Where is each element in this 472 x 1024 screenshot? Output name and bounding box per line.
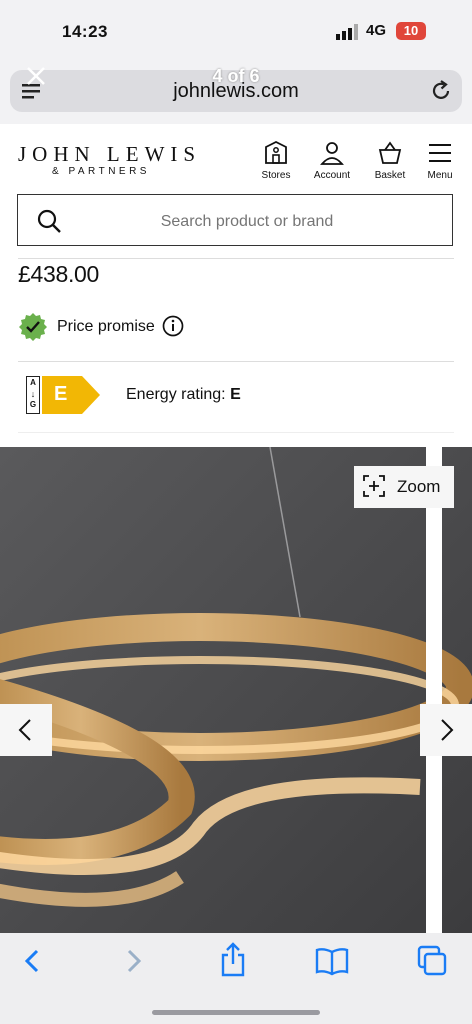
energy-rating-text[interactable]: Energy rating: E: [126, 386, 241, 404]
nav-stores[interactable]: Stores: [246, 140, 306, 181]
energy-scale-top: A: [30, 378, 36, 387]
logo-subline: & PARTNERS: [52, 166, 150, 177]
chevron-left-icon: [18, 719, 31, 741]
back-icon[interactable]: [18, 946, 46, 976]
zoom-icon: [363, 475, 385, 497]
account-icon: [320, 142, 344, 165]
previous-image-button[interactable]: [0, 704, 52, 756]
divider: [18, 258, 454, 259]
product-image[interactable]: [0, 447, 472, 933]
store-icon: [265, 140, 287, 164]
signal-icon: [336, 24, 358, 40]
next-image-button[interactable]: [420, 704, 472, 756]
search-input[interactable]: [120, 212, 374, 232]
zoom-label: Zoom: [397, 477, 441, 496]
energy-class-badge: E: [54, 383, 68, 405]
energy-scale-bottom: G: [29, 400, 37, 409]
hamburger-icon: [429, 144, 451, 162]
network-label: 4G: [366, 22, 387, 39]
energy-rating-value: E: [230, 386, 241, 403]
battery-indicator: 10: [396, 22, 426, 40]
chandelier-photo: [0, 447, 472, 933]
checkmark-badge-icon: [19, 313, 47, 341]
product-price: £438.00: [18, 261, 100, 287]
nav-stores-label: Stores: [261, 170, 291, 181]
home-indicator: [152, 1010, 320, 1015]
energy-arrow-icon[interactable]: [42, 376, 100, 414]
price-promise-label[interactable]: Price promise: [57, 318, 155, 336]
forward-icon[interactable]: [120, 946, 148, 976]
basket-icon: [378, 141, 402, 164]
share-icon[interactable]: [218, 942, 248, 978]
energy-rating-label: Energy rating:: [126, 386, 231, 403]
close-icon[interactable]: [24, 64, 48, 88]
gallery-separator: [426, 447, 442, 933]
nav-account[interactable]: Account: [302, 140, 362, 181]
nav-menu[interactable]: Menu: [410, 140, 470, 181]
reload-icon[interactable]: [428, 78, 454, 104]
nav-account-label: Account: [313, 170, 351, 181]
status-time: 14:23: [62, 22, 108, 41]
chevron-right-icon: [441, 719, 454, 741]
arrow-down-icon: ↓: [30, 389, 36, 399]
divider: [18, 361, 454, 362]
tabs-icon[interactable]: [416, 944, 448, 978]
bookmarks-icon[interactable]: [314, 946, 350, 976]
search-icon[interactable]: [36, 208, 62, 234]
image-pager: 4 of 6: [212, 66, 260, 86]
energy-scale: A ↓ G: [26, 376, 40, 414]
nav-menu-label: Menu: [427, 170, 453, 181]
info-icon[interactable]: [162, 315, 184, 337]
divider: [18, 432, 454, 433]
logo-wordmark[interactable]: JOHN LEWIS: [18, 142, 201, 167]
